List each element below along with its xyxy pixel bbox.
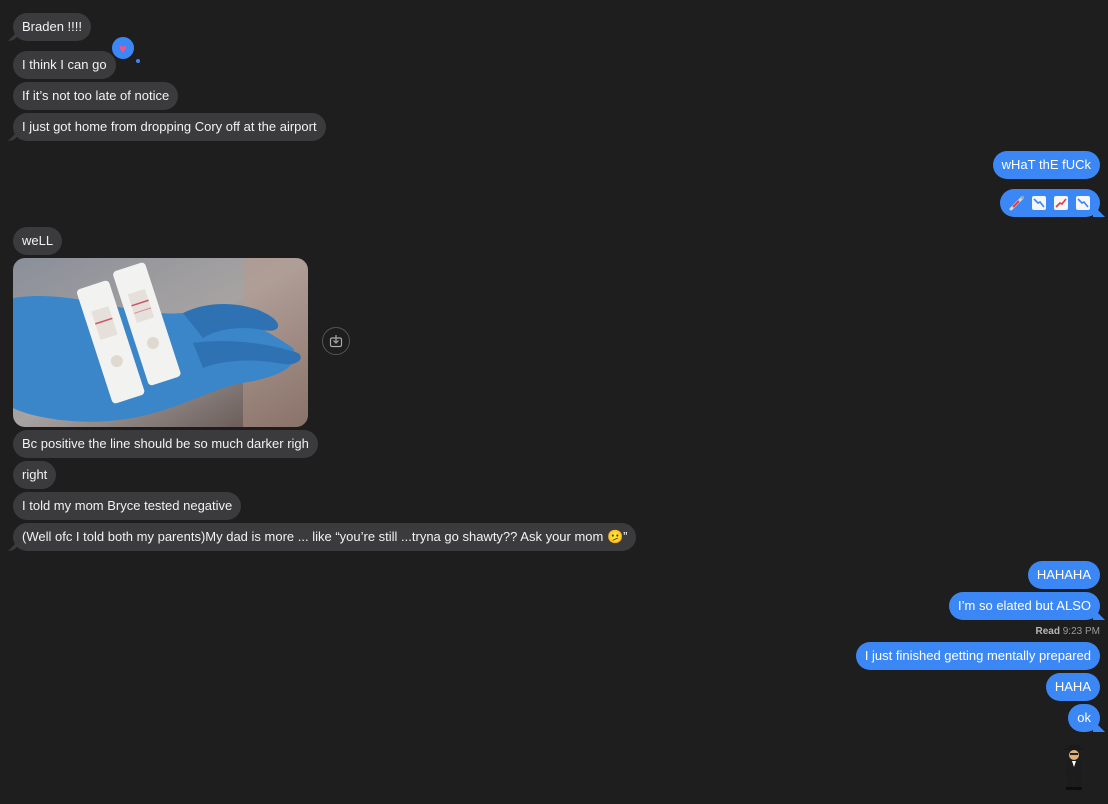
emoji-row: [1009, 189, 1091, 217]
outgoing-message[interactable]: HAHAHA: [1027, 561, 1100, 589]
incoming-message[interactable]: Braden !!!!: [13, 13, 91, 41]
message-thread: Braden !!!! ♥ I think I can go If it’s n…: [0, 0, 1108, 804]
chart-increasing-emoji: [1054, 196, 1068, 210]
message-text: ok: [1077, 710, 1091, 725]
outgoing-message[interactable]: ok: [1068, 704, 1100, 732]
message-text: If it’s not too late of notice: [22, 88, 170, 103]
incoming-message[interactable]: (Well ofc I told both my parents)My dad …: [13, 523, 637, 551]
read-receipt: Read 9:23 PM: [1036, 626, 1100, 637]
incoming-message[interactable]: I think I can go: [13, 51, 116, 79]
incoming-message[interactable]: right: [13, 461, 57, 489]
chart-decreasing-emoji: [1032, 196, 1046, 210]
message-text: I just finished getting mentally prepare…: [864, 648, 1091, 663]
outgoing-message[interactable]: I just finished getting mentally prepare…: [855, 642, 1100, 670]
message-text: Bc positive the line should be so much d…: [22, 436, 309, 451]
incoming-message[interactable]: I told my mom Bryce tested negative: [13, 492, 242, 520]
incoming-message[interactable]: I just got home from dropping Cory off a…: [13, 113, 326, 141]
message-text: right: [22, 467, 48, 482]
syringe-emoji: [1009, 195, 1025, 211]
tapback-tail: [136, 59, 140, 63]
message-text: wHaT thE fUCk: [1001, 157, 1091, 172]
heart-icon: ♥: [119, 40, 127, 56]
message-text: I’m so elated but ALSO: [958, 598, 1091, 613]
message-text: HAHAHA: [1036, 567, 1091, 582]
message-text: HAHA: [1054, 679, 1091, 694]
message-text: I just got home from dropping Cory off a…: [22, 119, 317, 134]
levitating-man-icon: [1065, 745, 1083, 790]
chart-decreasing-emoji: [1076, 196, 1090, 210]
incoming-message[interactable]: If it’s not too late of notice: [13, 82, 179, 110]
outgoing-emoji-message[interactable]: [1000, 189, 1100, 217]
read-label: Read: [1035, 626, 1060, 637]
photo-attachment[interactable]: [13, 258, 308, 427]
message-text: I think I can go: [22, 57, 107, 72]
incoming-message[interactable]: Bc positive the line should be so much d…: [13, 430, 318, 458]
businessman-sticker[interactable]: [1060, 745, 1088, 791]
message-text: weLL: [22, 233, 54, 248]
download-icon: [329, 335, 343, 348]
outgoing-message[interactable]: HAHA: [1045, 673, 1100, 701]
outgoing-message[interactable]: I’m so elated but ALSO: [949, 592, 1100, 620]
read-time: 9:23 PM: [1062, 626, 1100, 637]
message-text: I told my mom Bryce tested negative: [22, 498, 233, 513]
save-attachment-button[interactable]: [322, 327, 350, 355]
covid-test-photo: [13, 258, 308, 427]
message-text: Braden !!!!: [22, 19, 82, 34]
outgoing-message[interactable]: wHaT thE fUCk: [992, 151, 1100, 179]
incoming-message[interactable]: weLL: [13, 227, 63, 255]
message-text: (Well ofc I told both my parents)My dad …: [22, 529, 628, 544]
